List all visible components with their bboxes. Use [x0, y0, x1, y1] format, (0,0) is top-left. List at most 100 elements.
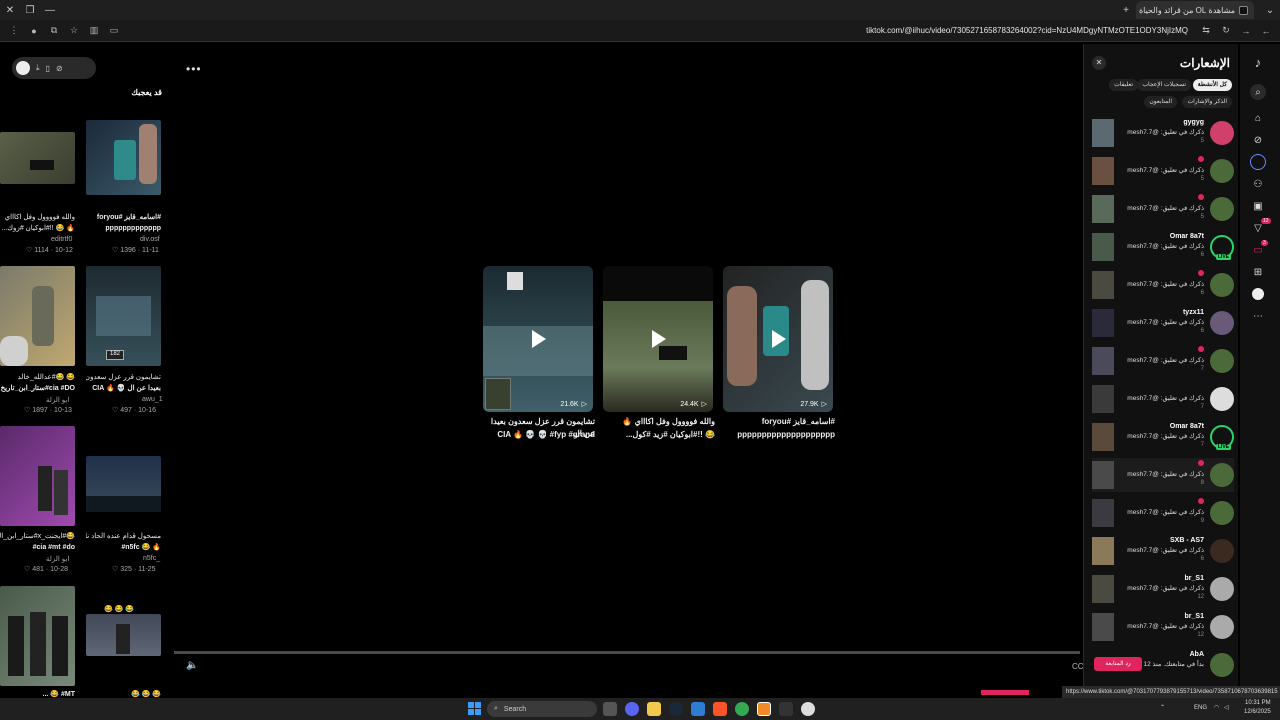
notification-item[interactable]: SXB - AS7 ذكرك في تعليق: @mesh7.7 6 [1092, 534, 1234, 568]
notification-item[interactable]: ذكرك في تعليق: @mesh7.7 5 [1092, 192, 1234, 226]
notification-item[interactable]: ذكرك في تعليق: @mesh7.7 8 [1092, 458, 1234, 492]
video-card[interactable]: 27.9K ▷ [723, 266, 833, 412]
follow-back-button[interactable]: رد المتابعة [1094, 657, 1142, 671]
edit-app-icon[interactable] [691, 702, 705, 716]
suggested-thumb[interactable] [86, 614, 161, 656]
volume-icon[interactable]: ◁ [1224, 704, 1229, 711]
clock-time[interactable]: 10:31 PM [1245, 700, 1271, 706]
suggested-thumb[interactable] [86, 120, 161, 195]
filter-all[interactable]: كل الأنشطة [1192, 79, 1232, 91]
new-tab-icon[interactable]: + [1116, 0, 1136, 20]
video-progress-bar[interactable] [174, 651, 1080, 654]
notification-item[interactable]: رد المتابعة AbA بدأ في متابعتك. منذ 12 [1092, 648, 1234, 682]
app-icon[interactable] [779, 702, 793, 716]
translate-icon[interactable]: ⇆ [1198, 23, 1214, 39]
split-view-icon[interactable]: ▥ [86, 23, 102, 39]
play-icon[interactable] [532, 330, 546, 348]
search-icon[interactable]: ⌕ [1250, 84, 1266, 100]
notification-item[interactable]: LIVE Omar 8a7t ذكرك في تعليق: @mesh7.7 7 [1092, 420, 1234, 454]
notification-item[interactable]: br_S1 ذكرك في تعليق: @mesh7.7 12 [1092, 572, 1234, 606]
notification-item[interactable]: LIVE Omar 8a7t ذكرك في تعليق: @mesh7.7 6 [1092, 230, 1234, 264]
notification-item[interactable]: tyzx11 ذكرك في تعليق: @mesh7.7 6 [1092, 306, 1234, 340]
close-window-icon[interactable]: ✕ [0, 0, 20, 20]
steam-icon[interactable] [669, 702, 683, 716]
friends-icon[interactable]: ⚇ [1250, 176, 1266, 192]
compass-icon[interactable]: ⊘ [56, 64, 63, 73]
avatar [1210, 463, 1234, 487]
back-icon[interactable]: ← [1258, 23, 1274, 39]
view-count: 24.4K ▷ [680, 400, 707, 409]
filter-likes[interactable]: تسجيلات الإعجاب [1137, 79, 1191, 91]
explore-icon[interactable]: ⊘ [1250, 132, 1266, 148]
suggested-meta: 10-12 · 1114 ♡ [26, 247, 73, 254]
notification-text: بدأ في متابعتك. منذ 12 [1143, 661, 1204, 668]
close-icon[interactable]: ✕ [1092, 56, 1106, 70]
tray-chevron-icon[interactable]: ⌃ [1160, 704, 1165, 711]
upload-icon[interactable]: ⊞ [1250, 264, 1266, 280]
following-icon[interactable] [1250, 154, 1266, 170]
suggested-thumb[interactable] [0, 586, 75, 686]
captions-button[interactable]: CC [1072, 662, 1084, 671]
suggested-thumb[interactable] [86, 456, 161, 512]
suggested-caption: ppppppppppppp [105, 225, 161, 232]
more-options-icon[interactable]: ••• [186, 62, 202, 76]
extensions-icon[interactable]: ⧉ [46, 23, 62, 39]
discord-icon[interactable] [625, 702, 639, 716]
forward-icon[interactable]: → [1238, 23, 1254, 39]
suggested-thumb[interactable] [0, 426, 75, 526]
taskbar-search[interactable]: ⌕ Search [487, 701, 597, 717]
suggested-thumb[interactable] [0, 132, 75, 184]
notification-item[interactable]: ذكرك في تعليق: @mesh7.7 5 [1092, 154, 1234, 188]
filter-comments[interactable]: تعليقات [1109, 79, 1138, 91]
cast-icon[interactable]: ▭ [106, 23, 122, 39]
volume-icon[interactable]: 🔈 [186, 660, 198, 671]
notification-item[interactable]: ذكرك في تعليق: @mesh7.7 6 [1092, 268, 1234, 302]
suggested-thumb[interactable]: 182 [86, 266, 161, 366]
live-icon[interactable]: ▣ [1250, 198, 1266, 214]
play-icon[interactable] [652, 330, 666, 348]
menu-icon[interactable]: ⋮ [6, 23, 22, 39]
tab-list-icon[interactable]: ⌄ [1260, 0, 1280, 20]
tiktok-logo-icon[interactable]: ♪ [1250, 54, 1266, 70]
notification-item[interactable]: ذكرك في تعليق: @mesh7.7 9 [1092, 496, 1234, 530]
suggested-caption: cia #DO#ستار_ابن_تاريخ [0, 385, 75, 392]
task-view-icon[interactable] [603, 702, 617, 716]
video-card[interactable]: 21.6K ▷ [483, 266, 593, 412]
video-card[interactable]: 24.4K ▷ [603, 266, 713, 412]
notification-item[interactable]: gygyg ذكرك في تعليق: @mesh7.7 5 [1092, 116, 1234, 150]
notification-item[interactable]: br_S1 ذكرك في تعليق: @mesh7.7 12 [1092, 610, 1234, 644]
toggle-switch[interactable] [16, 61, 30, 75]
suggested-thumb[interactable] [0, 266, 75, 366]
browser-tab[interactable]: مشاهدة OL من قرائد والحياة الوات... [1136, 1, 1254, 19]
app-icon[interactable] [801, 702, 815, 716]
play-icon[interactable] [772, 330, 786, 348]
app-icon[interactable] [757, 702, 771, 716]
filter-followers[interactable]: المتابعون [1144, 96, 1177, 108]
profile-icon[interactable]: ● [26, 23, 42, 39]
notification-item[interactable]: ذكرك في تعليق: @mesh7.7 7 [1092, 382, 1234, 416]
phone-icon[interactable]: ▯ [46, 64, 50, 73]
taskbar: ⌕ Search ⌃ ENG ◠ ◁ 10:31 PM 12/6/2025 [0, 698, 1280, 720]
play-small-icon: ▷ [701, 401, 707, 408]
reload-icon[interactable]: ↻ [1218, 23, 1234, 39]
file-explorer-icon[interactable] [647, 702, 661, 716]
bookmark-star-icon[interactable]: ☆ [66, 23, 82, 39]
restore-window-icon[interactable]: ❐ [20, 0, 40, 20]
wifi-icon[interactable]: ◠ [1214, 704, 1219, 711]
clock-date[interactable]: 12/6/2025 [1244, 709, 1271, 715]
more-icon[interactable]: ⋯ [1250, 308, 1266, 324]
filter-mentions[interactable]: الذكر والإشارات [1182, 96, 1232, 108]
notification-thumb [1092, 575, 1114, 603]
url-field[interactable]: tiktok.com/@iihuc/video/7305271658783264… [126, 26, 1194, 35]
brave-icon[interactable] [713, 702, 727, 716]
windows-start-icon[interactable] [468, 702, 481, 715]
home-icon[interactable]: ⌂ [1250, 110, 1266, 126]
notification-item[interactable]: ذكرك في تعليق: @mesh7.7 7 [1092, 344, 1234, 378]
notification-text: ذكرك في تعليق: @mesh7.7 [1127, 471, 1204, 478]
avatar [1210, 121, 1234, 145]
download-icon[interactable]: ⤓ [36, 63, 40, 73]
profile-icon[interactable] [1250, 286, 1266, 302]
minimize-window-icon[interactable]: — [40, 0, 60, 20]
chrome-icon[interactable] [735, 702, 749, 716]
language-indicator[interactable]: ENG [1194, 705, 1207, 711]
